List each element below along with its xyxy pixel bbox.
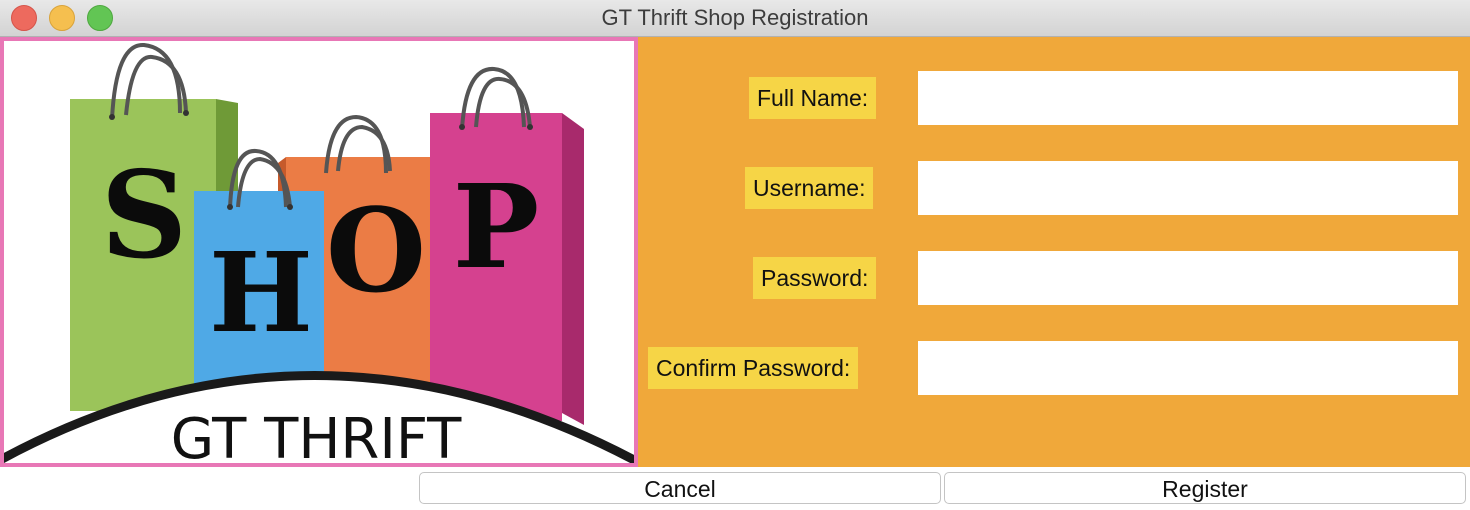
username-input[interactable]	[918, 161, 1458, 215]
registration-window: GT Thrift Shop Registration S H O P GT T…	[0, 0, 1470, 510]
confirm-password-row: Confirm Password:	[0, 341, 1470, 395]
form-area: S H O P GT THRIFT Full Name: Username: P…	[0, 37, 1470, 467]
username-row: Username:	[0, 161, 1470, 215]
password-row: Password:	[0, 251, 1470, 305]
full-name-row: Full Name:	[0, 71, 1470, 125]
cancel-button[interactable]: Cancel	[419, 472, 941, 504]
logo-caption: GT THRIFT	[171, 407, 462, 463]
full-name-input[interactable]	[918, 71, 1458, 125]
password-input[interactable]	[918, 251, 1458, 305]
username-label: Username:	[745, 167, 874, 209]
button-bar: Cancel Register	[0, 467, 1470, 510]
confirm-password-label: Confirm Password:	[648, 347, 859, 389]
password-label: Password:	[753, 257, 877, 299]
full-name-label: Full Name:	[749, 77, 877, 119]
register-button[interactable]: Register	[944, 472, 1466, 504]
window-title: GT Thrift Shop Registration	[601, 5, 869, 30]
title-bar[interactable]: GT Thrift Shop Registration	[0, 0, 1470, 37]
confirm-password-input[interactable]	[918, 341, 1458, 395]
